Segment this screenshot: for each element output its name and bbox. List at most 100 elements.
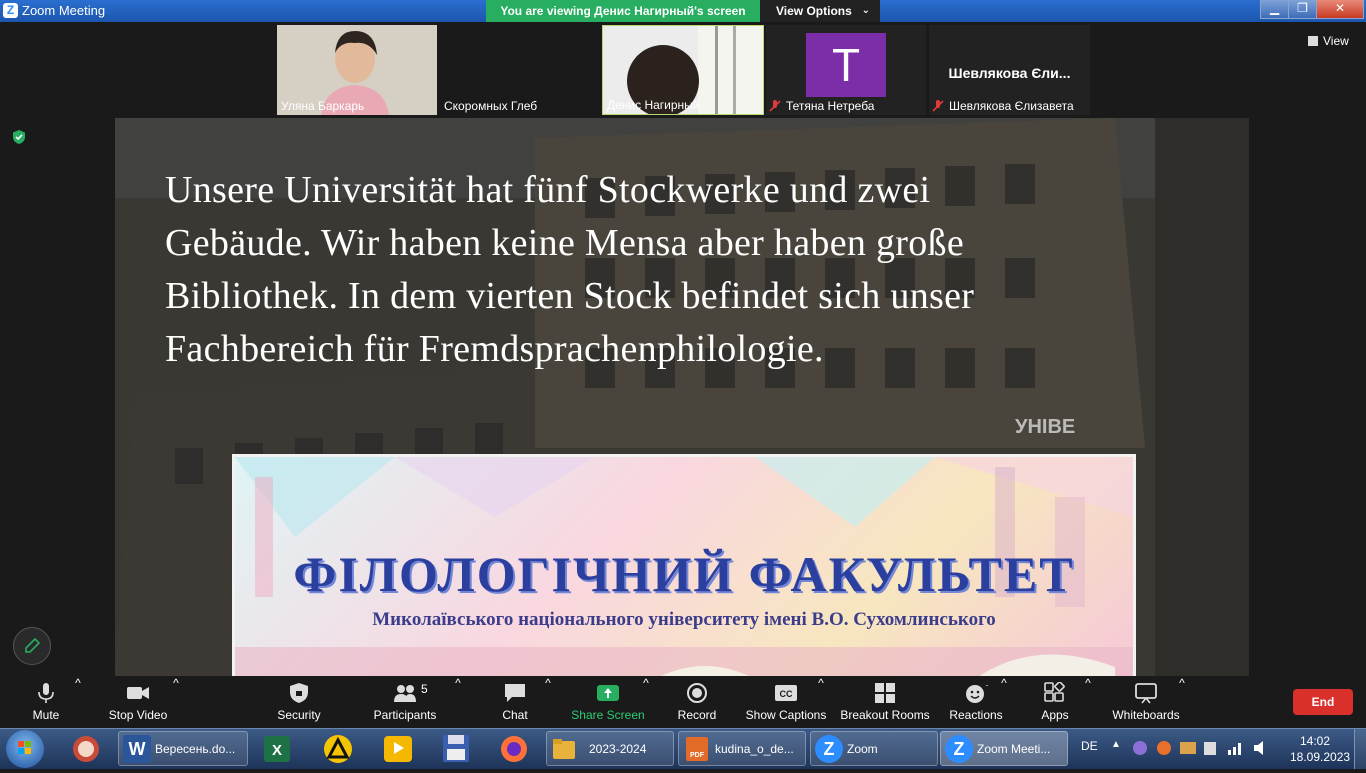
smiley-plus-icon: +: [966, 682, 988, 703]
slide-line: Gebäude. Wir haben keine Mensa aber habe…: [165, 222, 964, 264]
participants-count: 5: [421, 682, 428, 696]
pinned-app-excel[interactable]: X: [260, 732, 296, 765]
reactions-button[interactable]: + Reactions: [946, 676, 1006, 728]
chevron-up-icon[interactable]: ^: [543, 676, 553, 728]
whiteboards-label: Whiteboards: [1112, 708, 1180, 722]
whiteboards-button[interactable]: Whiteboards: [1106, 676, 1186, 728]
app-triangle-icon: [324, 735, 352, 763]
chevron-up-icon[interactable]: ^: [816, 676, 826, 728]
shield-icon: [290, 683, 308, 703]
taskbar-item-label: kudina_o_de...: [715, 742, 794, 756]
slide-line: Bibliothek. In dem vierten Stock befinde…: [165, 275, 975, 317]
whiteboard-icon: [1135, 683, 1157, 704]
window-titlebar: Z Zoom Meeting You are viewing Денис Наг…: [0, 0, 1366, 22]
window-title: Zoom Meeting: [22, 3, 106, 18]
record-button[interactable]: Record: [672, 676, 722, 728]
media-center-icon: [73, 736, 99, 762]
participants-button[interactable]: 5 Participants: [370, 676, 440, 728]
participant-tile[interactable]: Уляна Баркарь: [277, 25, 437, 115]
apps-button[interactable]: Apps: [1033, 676, 1077, 728]
users-icon: [394, 685, 416, 702]
language-indicator[interactable]: DE: [1081, 739, 1098, 753]
record-icon: [687, 683, 707, 703]
chevron-up-icon[interactable]: ^: [453, 676, 463, 728]
pinned-app[interactable]: [68, 732, 104, 765]
stop-video-button[interactable]: Stop Video: [104, 676, 172, 728]
chat-label: Chat: [502, 708, 528, 722]
word-icon: W: [123, 735, 151, 763]
meeting-stage: Уляна Баркарь Скоромных Глеб Денис Нагир…: [0, 22, 1366, 676]
pinned-app-save[interactable]: [438, 732, 474, 765]
show-desktop-button[interactable]: [1354, 729, 1366, 769]
apps-icon: [1044, 682, 1065, 702]
security-button[interactable]: Security: [268, 676, 330, 728]
close-button[interactable]: ✕: [1316, 0, 1364, 19]
chevron-up-icon[interactable]: ^: [999, 676, 1009, 728]
minimize-button[interactable]: ▁: [1260, 0, 1289, 19]
breakout-grid-icon: [875, 683, 895, 703]
slide-text: Unsere Universität hat fünf Stockwerke u…: [165, 164, 1165, 376]
view-options-button[interactable]: View Options ⌄: [760, 0, 880, 22]
breakout-rooms-button[interactable]: Breakout Rooms: [840, 676, 930, 728]
player-icon: [384, 736, 412, 762]
tray-icons[interactable]: [1130, 737, 1275, 762]
zoom-logo-icon: Z: [3, 3, 18, 18]
participant-tile[interactable]: Шевлякова Єли... Шевлякова Єлизавета: [929, 25, 1090, 115]
chevron-up-icon[interactable]: ^: [1083, 676, 1093, 728]
security-label: Security: [277, 708, 321, 722]
grid-icon: [1308, 36, 1318, 46]
share-screen-button[interactable]: Share Screen: [568, 676, 648, 728]
participant-tile[interactable]: T Тетяна Нетреба: [766, 25, 926, 115]
chevron-up-icon[interactable]: ^: [73, 676, 83, 728]
taskbar-item-folder[interactable]: 2023-2024: [546, 731, 674, 766]
participant-name: Уляна Баркарь: [281, 99, 365, 113]
pdf-file-icon: PDF: [686, 737, 708, 761]
svg-text:X: X: [272, 742, 282, 759]
viewing-screen-banner: You are viewing Денис Нагирный's screen: [486, 0, 760, 22]
taskbar-item-label: Zoom: [847, 742, 878, 756]
closed-captions-icon: CC: [775, 685, 797, 701]
participant-name: Скоромных Глеб: [444, 99, 538, 113]
chat-button[interactable]: Chat: [490, 676, 540, 728]
mute-button[interactable]: Mute: [18, 676, 74, 728]
participant-tile[interactable]: Скоромных Глеб: [440, 25, 600, 115]
encryption-shield-icon[interactable]: [11, 129, 27, 145]
taskbar-item-zoom-meeting[interactable]: Z Zoom Meeti...: [940, 731, 1068, 766]
faculty-banner: ФІЛОЛОГІЧНИЙ ФАКУЛЬТЕТ Миколаївського на…: [232, 454, 1136, 676]
chevron-up-icon[interactable]: ^: [171, 676, 181, 728]
svg-text:CC: CC: [780, 689, 793, 699]
banner-subtitle: Миколаївського національного університет…: [372, 609, 996, 630]
excel-icon: X: [264, 736, 290, 762]
maximize-button[interactable]: ❐: [1288, 0, 1317, 19]
pinned-app-player[interactable]: [380, 732, 416, 765]
taskbar-item-pdf[interactable]: PDF kudina_o_de...: [678, 731, 806, 766]
taskbar-item-label: Вересень.do...: [155, 742, 236, 756]
mute-label: Mute: [32, 708, 60, 722]
windows-taskbar: W Вересень.do... X 2023-2024 PDF kudina_…: [0, 728, 1366, 769]
clock[interactable]: 14:02 18.09.2023: [1290, 734, 1351, 764]
taskbar-item-label: 2023-2024: [589, 742, 647, 756]
chevron-up-icon[interactable]: ^: [641, 676, 651, 728]
pinned-app-archicad[interactable]: [320, 732, 356, 765]
taskbar-item-zoom[interactable]: Z Zoom: [810, 731, 938, 766]
end-meeting-button[interactable]: End: [1293, 689, 1353, 715]
clock-date: 18.09.2023: [1290, 750, 1351, 764]
participant-tile-active[interactable]: Денис Нагирный: [602, 25, 764, 115]
view-layout-button[interactable]: View: [1308, 34, 1349, 48]
start-button[interactable]: [6, 730, 44, 768]
shared-screen: УНІВЕ Unsere Universität hat fünf Stockw…: [115, 118, 1249, 676]
taskbar-item-word[interactable]: W Вересень.do...: [118, 731, 248, 766]
participant-display-name: Шевлякова Єли...: [948, 65, 1071, 81]
meeting-toolbar: Mute ^ Stop Video ^ Security 5 Participa…: [0, 676, 1366, 728]
chevron-down-icon: ⌄: [861, 5, 870, 16]
banner-title: ФІЛОЛОГІЧНИЙ ФАКУЛЬТЕТ: [293, 546, 1075, 602]
show-hidden-icons[interactable]: ▲: [1111, 739, 1121, 750]
annotate-pencil-button[interactable]: [13, 627, 51, 665]
apps-label: Apps: [1041, 708, 1069, 722]
pinned-app-firefox[interactable]: [496, 732, 532, 765]
folder-icon: [553, 739, 575, 759]
participant-avatar: T: [806, 33, 886, 97]
chat-bubble-icon: [505, 684, 525, 702]
svg-text:PDF: PDF: [690, 752, 705, 759]
chevron-up-icon[interactable]: ^: [1177, 676, 1187, 728]
